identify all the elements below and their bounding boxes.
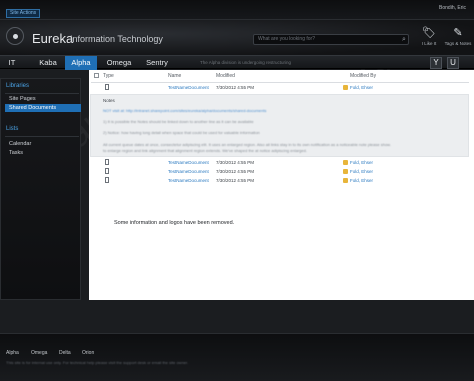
select-all-checkbox[interactable] bbox=[94, 73, 99, 78]
notes-line: 1) It is possible the Notes should be li… bbox=[103, 119, 254, 124]
site-header: Eureka Information Technology What are y… bbox=[0, 20, 474, 55]
quick-launch: Libraries Site Pages Shared Documents Li… bbox=[0, 78, 81, 300]
divider bbox=[5, 93, 79, 94]
site-subtitle: Information Technology bbox=[70, 34, 163, 44]
notes-line: to enlarge region and link alignment tha… bbox=[103, 148, 307, 153]
search-input[interactable]: What are you looking for? bbox=[253, 34, 409, 45]
top-utility-bar: Site Actions Bondih, Eric bbox=[0, 0, 474, 20]
column-header-type[interactable]: Type bbox=[103, 73, 114, 79]
notes-title: Notes bbox=[103, 98, 115, 103]
table-row[interactable]: TestNameDocument 7/30/2012 4:55 PM Fold,… bbox=[89, 168, 474, 175]
modified-by-link[interactable]: Fold, Ehser bbox=[350, 159, 373, 166]
nav-item-it[interactable]: IT bbox=[4, 56, 20, 70]
presence-icon bbox=[343, 169, 348, 174]
divider bbox=[91, 82, 469, 83]
footer-link-delta[interactable]: Delta bbox=[59, 350, 71, 356]
column-header-modified[interactable]: Modified bbox=[216, 73, 235, 79]
nav-button-u[interactable]: U bbox=[447, 57, 459, 69]
site-footer: Alpha Omega Delta Orion This site is for… bbox=[0, 333, 474, 381]
modified-date: 7/30/2012 4:55 PM bbox=[216, 178, 255, 183]
i-like-it-label: I Like It bbox=[421, 41, 437, 46]
footer-link-omega[interactable]: Omega bbox=[31, 350, 47, 356]
footer-text: This site is for internal use only. For … bbox=[6, 360, 189, 365]
column-header-modified-by[interactable]: Modified By bbox=[350, 73, 376, 79]
document-name-link[interactable]: TestNameDocument bbox=[168, 159, 209, 166]
document-icon bbox=[105, 159, 109, 165]
column-header-name[interactable]: Name bbox=[168, 73, 181, 79]
lists-heading[interactable]: Lists bbox=[6, 126, 18, 132]
modified-date: 7/30/2012 4:55 PM bbox=[216, 160, 255, 165]
divider bbox=[5, 136, 79, 137]
table-row[interactable]: TestNameDocument 7/30/2012 4:55 PM Fold,… bbox=[89, 84, 474, 91]
tags-notes-label: Tags & Notes bbox=[444, 41, 472, 46]
quick-launch-shared-documents[interactable]: Shared Documents bbox=[5, 104, 81, 112]
site-title[interactable]: Eureka bbox=[32, 31, 73, 46]
footer-link-alpha[interactable]: Alpha bbox=[6, 350, 19, 356]
presence-icon bbox=[343, 160, 348, 165]
document-icon bbox=[105, 177, 109, 183]
nav-button-y[interactable]: Y bbox=[430, 57, 442, 69]
table-row[interactable]: TestNameDocument 7/30/2012 4:55 PM Fold,… bbox=[89, 159, 474, 166]
user-menu[interactable]: Bondih, Eric bbox=[439, 5, 466, 11]
nav-status-text: The Alpha division is undergoing restruc… bbox=[200, 60, 292, 65]
document-name-link[interactable]: TestNameDocument bbox=[168, 168, 209, 175]
document-name-link[interactable]: TestNameDocument bbox=[168, 177, 209, 184]
nav-item-kaba[interactable]: Kaba bbox=[34, 56, 62, 70]
site-logo bbox=[6, 27, 24, 45]
modified-by-link[interactable]: Fold, Ehser bbox=[350, 177, 373, 184]
document-icon bbox=[105, 84, 109, 90]
presence-icon bbox=[343, 178, 348, 183]
quick-launch-tasks[interactable]: Tasks bbox=[5, 149, 81, 157]
table-row[interactable]: TestNameDocument 7/30/2012 4:55 PM Fold,… bbox=[89, 177, 474, 184]
nav-item-sentry[interactable]: Sentry bbox=[142, 56, 172, 70]
quick-launch-calendar[interactable]: Calendar bbox=[5, 140, 81, 148]
modified-date: 7/30/2012 4:55 PM bbox=[216, 169, 255, 174]
document-name-link[interactable]: TestNameDocument bbox=[168, 84, 209, 91]
notes-line[interactable]: NOT visit at: http://intranet.sharepoint… bbox=[103, 108, 266, 113]
modified-date: 7/30/2012 4:55 PM bbox=[216, 85, 255, 90]
nav-item-omega[interactable]: Omega bbox=[102, 56, 136, 70]
document-icon bbox=[105, 168, 109, 174]
footer-link-orion[interactable]: Orion bbox=[82, 350, 94, 356]
notes-line: 2) Notice: how having long detail when s… bbox=[103, 130, 260, 135]
notes-line: All current queue dates at once, consect… bbox=[103, 142, 391, 147]
tag-icon[interactable]: 🏷 bbox=[419, 26, 439, 39]
libraries-heading[interactable]: Libraries bbox=[6, 83, 29, 89]
notes-panel: Notes NOT visit at: http://intranet.shar… bbox=[90, 94, 469, 157]
modified-by-link[interactable]: Fold, Ehser bbox=[350, 168, 373, 175]
presence-icon bbox=[343, 85, 348, 90]
top-navigation: IT Kaba Alpha Omega Sentry The Alpha div… bbox=[0, 55, 474, 70]
document-library-view: Type Name Modified Modified By TestNameD… bbox=[89, 70, 474, 300]
notes-icon[interactable]: ✎ bbox=[448, 26, 468, 39]
quick-launch-site-pages[interactable]: Site Pages bbox=[5, 95, 81, 103]
nav-item-alpha[interactable]: Alpha bbox=[65, 56, 97, 70]
modified-by-link[interactable]: Fold, Ehser bbox=[350, 84, 373, 91]
search-icon[interactable]: ⌕ bbox=[402, 35, 409, 44]
removed-information-note: Some information and logos have been rem… bbox=[114, 220, 235, 226]
site-actions-button[interactable]: Site Actions bbox=[6, 9, 41, 18]
